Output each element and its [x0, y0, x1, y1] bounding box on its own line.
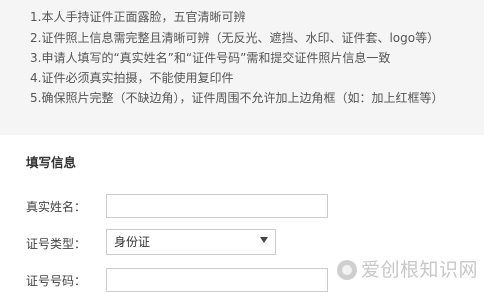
- id-type-select[interactable]: 身份证: [106, 229, 276, 255]
- watermark-text: 爱创根知识网: [360, 259, 478, 281]
- id-number-input[interactable]: [106, 268, 328, 292]
- watermark-logo-icon: [336, 260, 357, 280]
- section-title: 填写信息: [26, 155, 77, 170]
- notice-line-3: 3.申请人填写的“真实姓名”和“证件号码”需和提交证件照片信息一致: [30, 51, 391, 65]
- notice-line-2: 2.证件照上信息需完整且清晰可辨（无反光、遮挡、水印、证件套、logo等）: [30, 31, 440, 45]
- notice-panel: 1.本人手持证件正面露脸，五官清晰可辨 2.证件照上信息需完整且清晰可辨（无反光…: [0, 0, 484, 135]
- real-name-label: 真实姓名：: [26, 200, 87, 214]
- id-number-label: 证号号码：: [26, 274, 87, 288]
- id-type-label: 证号类型：: [26, 237, 87, 251]
- notice-line-1: 1.本人手持证件正面露脸，五官清晰可辨: [30, 10, 246, 24]
- chevron-down-icon: [260, 237, 268, 243]
- notice-line-5: 5.确保照片完整（不缺边角），证件周围不允许加上边角框（如：加上红框等）: [30, 91, 444, 105]
- id-type-selected-value: 身份证: [114, 235, 151, 249]
- watermark: 爱创根知识网: [336, 257, 478, 283]
- real-name-input[interactable]: [106, 194, 328, 218]
- notice-line-4: 4.证件必须真实拍摄，不能使用复印件: [30, 71, 234, 85]
